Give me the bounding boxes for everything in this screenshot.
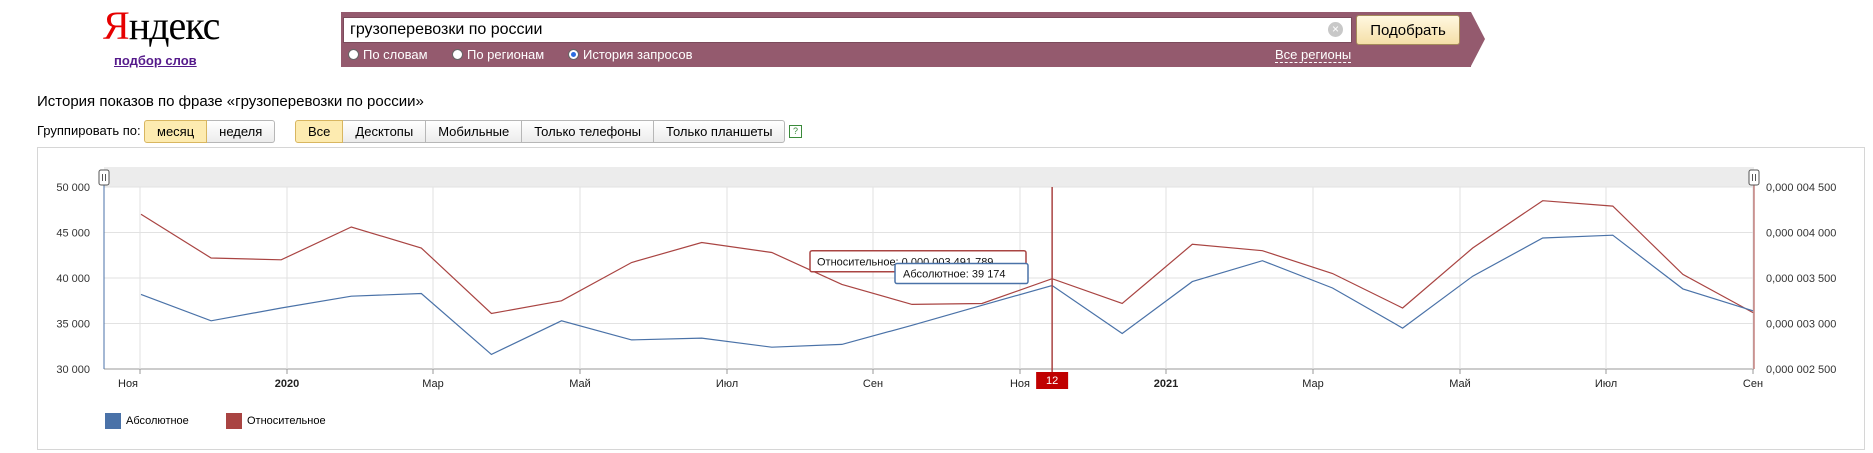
y-tick-right: 0,000 002 500	[1766, 364, 1836, 376]
x-tick-label: Мар	[1302, 378, 1324, 390]
y-tick-right: 0,000 004 000	[1766, 228, 1836, 240]
y-tick-left: 35 000	[56, 319, 90, 331]
cursor-marker-label: 12	[1046, 375, 1058, 387]
x-tick-label: Июл	[716, 378, 738, 390]
legend-item-relative[interactable]: Относительное	[226, 413, 326, 429]
x-tick-label: Ноя	[1010, 378, 1030, 390]
range-handle-left	[98, 169, 110, 186]
x-tick-label: Мар	[422, 378, 444, 390]
y-tick-left: 50 000	[56, 182, 90, 194]
x-tick-label: Ноя	[118, 378, 138, 390]
y-tick-left: 45 000	[56, 228, 90, 240]
tooltip-absolute: Абсолютное: 39 174	[903, 269, 1006, 281]
x-tick-label: Май	[1449, 378, 1471, 390]
y-tick-left: 40 000	[56, 273, 90, 285]
y-tick-left: 30 000	[56, 364, 90, 376]
y-tick-right: 0,000 004 500	[1766, 182, 1836, 194]
legend-item-absolute[interactable]: Абсолютное	[105, 413, 189, 429]
legend-swatch-relative	[226, 413, 242, 429]
range-handle-right	[1748, 169, 1760, 186]
y-tick-right: 0,000 003 500	[1766, 273, 1836, 285]
x-tick-label: Май	[569, 378, 591, 390]
x-tick-label: Июл	[1595, 378, 1617, 390]
legend-swatch-absolute	[105, 413, 121, 429]
x-tick-label: 2021	[1154, 378, 1178, 390]
x-tick-label: Сен	[863, 378, 883, 390]
history-chart: 30 000 0,000 002 500 35 000 0,000 003 000 40…	[56, 169, 1836, 390]
x-tick-label: 2020	[275, 378, 299, 390]
y-tick-right: 0,000 003 000	[1766, 319, 1836, 331]
x-tick-label: Сен	[1743, 378, 1763, 390]
